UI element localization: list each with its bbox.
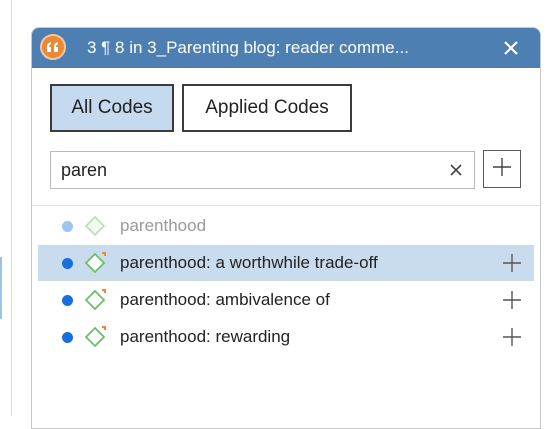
applied-codes-button[interactable]: Applied Codes — [182, 84, 352, 132]
search-field — [50, 151, 475, 189]
quotation-icon — [40, 34, 66, 60]
code-color-dot — [62, 221, 73, 232]
clear-icon[interactable] — [444, 158, 468, 182]
panel-titlebar: 3 ¶ 8 in 3_Parenting blog: reader comme.… — [32, 28, 540, 68]
code-icon — [83, 250, 109, 276]
code-list: parenthood parenthood: a worthwhile trad… — [32, 205, 540, 428]
code-row-worthwhile-trade-off[interactable]: parenthood: a worthwhile trade-off — [38, 245, 534, 281]
panel-title: 3 ¶ 8 in 3_Parenting blog: reader comme.… — [87, 38, 409, 57]
search-input[interactable] — [51, 152, 431, 188]
background-selection-edge — [0, 257, 2, 319]
all-codes-button[interactable]: All Codes — [50, 84, 174, 132]
background-divider — [11, 0, 12, 416]
close-icon[interactable] — [498, 35, 524, 61]
plus-icon[interactable] — [500, 288, 524, 312]
code-label: parenthood: rewarding — [120, 327, 291, 346]
code-label: parenthood: ambivalence of — [120, 290, 330, 309]
code-row-rewarding[interactable]: parenthood: rewarding — [38, 319, 534, 355]
code-icon — [83, 287, 109, 313]
code-color-dot — [62, 332, 73, 343]
plus-icon — [492, 157, 512, 182]
code-label: parenthood — [120, 216, 207, 235]
code-label: parenthood: a worthwhile trade-off — [120, 253, 378, 272]
code-picker-panel: 3 ¶ 8 in 3_Parenting blog: reader comme.… — [31, 27, 541, 429]
plus-icon[interactable] — [500, 325, 524, 349]
code-icon — [83, 324, 109, 350]
add-code-button[interactable] — [483, 150, 521, 188]
code-row-parenthood[interactable]: parenthood — [38, 208, 534, 244]
code-color-dot — [62, 295, 73, 306]
code-row-ambivalence-of[interactable]: parenthood: ambivalence of — [38, 282, 534, 318]
code-icon — [83, 213, 109, 239]
code-color-dot — [62, 258, 73, 269]
plus-icon[interactable] — [500, 251, 524, 275]
